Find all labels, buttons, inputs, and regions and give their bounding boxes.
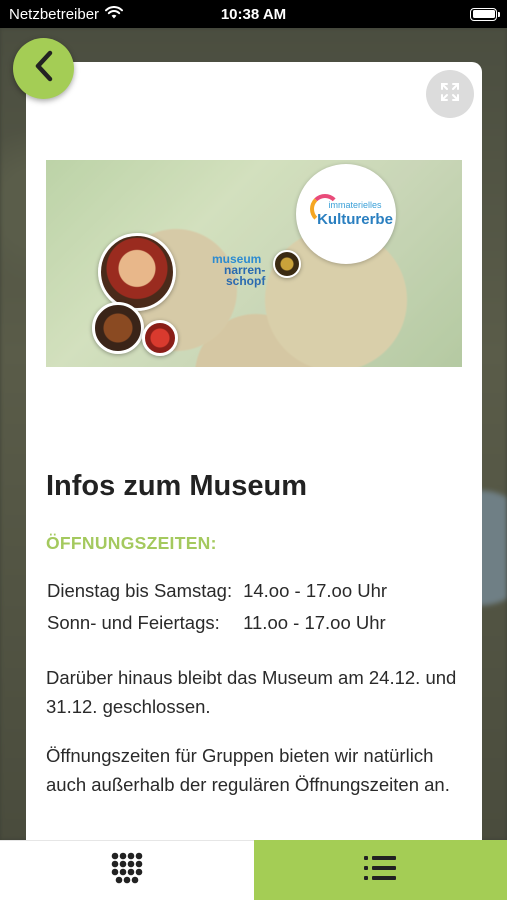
museum-logo: museum narren- schopf (196, 253, 266, 288)
hours-days: Sonn- und Feiertags: (47, 612, 220, 633)
group-note: Öffnungszeiten für Gruppen bieten wir na… (46, 745, 450, 795)
portrait-mask-4 (273, 250, 301, 278)
museum-banner-image: immaterielles Kulturerbe museum narren- … (46, 160, 462, 367)
portrait-mask-2 (92, 302, 144, 354)
status-bar: Netzbetreiber 10:38 AM (0, 0, 507, 28)
opening-hours-table: Dienstag bis Samstag: 14.oo - 17.oo Uhr … (46, 579, 397, 643)
hours-days: Dienstag bis Samstag: (47, 580, 233, 601)
grid-dots-icon (111, 852, 143, 889)
expand-icon (440, 82, 460, 107)
list-icon (364, 855, 397, 886)
logo-line3: schopf (226, 274, 266, 288)
page-title: Infos zum Museum (46, 470, 308, 502)
hours-time: 11.oo - 17.oo Uhr (243, 612, 386, 633)
status-left: Netzbetreiber (9, 5, 124, 23)
hours-time: 14.oo - 17.oo Uhr (243, 580, 388, 601)
tab-bar (0, 840, 507, 900)
expand-button[interactable] (426, 70, 474, 118)
info-card: immaterielles Kulturerbe museum narren- … (26, 62, 482, 862)
chevron-left-icon (32, 49, 56, 88)
tab-grid-menu[interactable] (0, 840, 254, 900)
tab-list-view[interactable] (253, 840, 507, 900)
battery-icon (470, 7, 500, 21)
closure-note: Darüber hinaus bleibt das Museum am 24.1… (46, 667, 457, 717)
kulturerbe-badge: immaterielles Kulturerbe (296, 164, 396, 264)
opening-hours-heading: ÖFFNUNGSZEITEN: (46, 533, 217, 553)
table-row: Dienstag bis Samstag: 14.oo - 17.oo Uhr (46, 579, 397, 611)
back-button[interactable] (13, 38, 74, 99)
carrier-label: Netzbetreiber (9, 5, 100, 23)
table-row: Sonn- und Feiertags: 11.oo - 17.oo Uhr (46, 611, 397, 643)
portrait-mask-3 (142, 320, 178, 356)
wifi-icon (105, 5, 124, 23)
portrait-mask-1 (98, 233, 176, 311)
